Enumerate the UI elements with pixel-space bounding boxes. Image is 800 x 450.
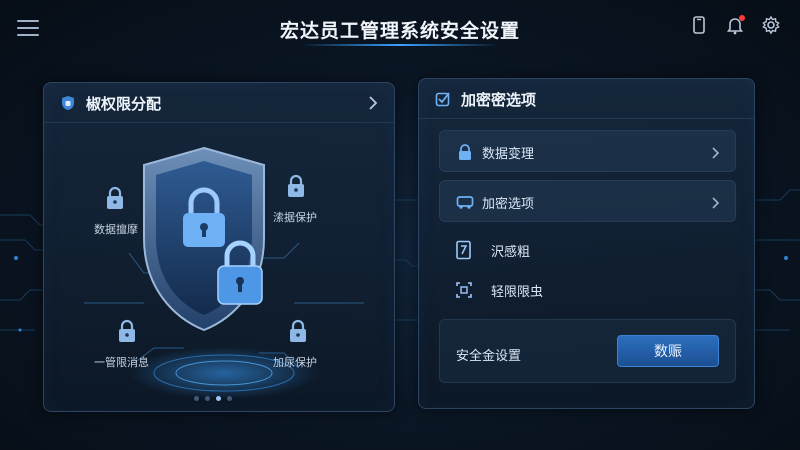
permission-panel: 椒权限分配 数据擅摩 溹据保护 一管限消息 加尿保护 [43, 82, 395, 412]
title-underline [300, 44, 500, 46]
carousel-dot-active[interactable] [216, 396, 221, 401]
bell-icon[interactable] [724, 14, 746, 36]
carousel-dot[interactable] [194, 396, 199, 401]
row-label: 加密选项 [482, 197, 535, 212]
label-data-bottom-left: 一管限消息 [94, 356, 149, 369]
page-title: 宏达员工管理系统安全设置 [279, 20, 520, 42]
encryption-panel: 加密密选项 数据变理 加密选项 沢感粗 轻限限虫 安全金设置 数赈 [418, 78, 755, 409]
device-icon[interactable] [688, 14, 710, 36]
item-label: 轻限限虫 [491, 285, 544, 300]
chevron-right-icon [711, 195, 721, 209]
carousel-dot[interactable] [227, 396, 232, 401]
label-data-top-right: 溹据保护 [273, 211, 317, 224]
top-bar: 宏达员工管理系统安全设置 [0, 0, 800, 56]
lock-icon [107, 186, 123, 209]
row-encryption-options[interactable]: 加密选项 [439, 180, 736, 222]
encryption-panel-title: 加密密选项 [461, 91, 537, 109]
data-button[interactable]: 数赈 [617, 335, 719, 367]
lock-icon [119, 319, 135, 342]
security-setting-box: 安全金设置 数赈 [439, 319, 736, 383]
chevron-right-icon [711, 145, 721, 159]
security-illustration: 数据擅摩 溹据保护 一管限消息 加尿保护 [44, 123, 396, 413]
label-data-bottom-right: 加尿保护 [273, 356, 317, 369]
encryption-panel-header: 加密密选项 [419, 79, 754, 119]
row-data-manage[interactable]: 数据变理 [439, 130, 736, 172]
security-setting-label: 安全金设置 [456, 349, 522, 364]
label-data-top-left: 数据擅摩 [94, 223, 138, 236]
lock-icon [288, 174, 304, 197]
shield-badge-icon [60, 95, 76, 111]
permission-panel-title: 椒权限分配 [86, 95, 162, 113]
checkbox-edit-icon [435, 91, 451, 107]
chevron-right-icon[interactable] [366, 95, 380, 111]
gear-icon[interactable] [760, 14, 782, 36]
vehicle-icon [456, 194, 474, 210]
carousel-dots [194, 396, 232, 401]
top-icons [688, 14, 782, 36]
lock-icon [290, 319, 306, 342]
row-label: 数据变理 [482, 147, 535, 162]
scan-icon [455, 280, 473, 300]
notification-dot [739, 15, 745, 21]
permission-panel-header: 椒权限分配 [44, 83, 394, 123]
document-icon [455, 240, 473, 260]
item-label: 沢感粗 [491, 245, 531, 260]
lock-icon [456, 144, 474, 160]
carousel-dot[interactable] [205, 396, 210, 401]
